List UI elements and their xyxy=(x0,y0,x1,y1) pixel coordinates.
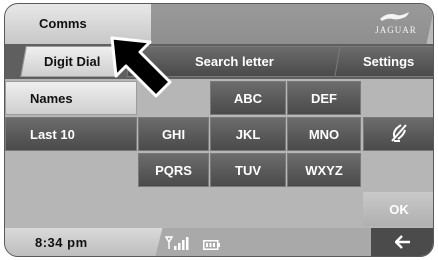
key-jkl-label: JKL xyxy=(235,126,261,142)
key-wxyz[interactable]: WXYZ xyxy=(287,153,361,187)
menu-last-10-label: Last 10 xyxy=(30,126,75,142)
back-arrow-icon xyxy=(394,233,411,254)
menu-last-10[interactable]: Last 10 xyxy=(5,117,137,151)
clock: 8:34 pm xyxy=(35,235,88,250)
key-def[interactable]: DEF xyxy=(287,81,361,115)
key-mno[interactable]: MNO xyxy=(287,117,361,151)
ok-button-label: OK xyxy=(389,201,409,217)
key-pqrs[interactable]: PQRS xyxy=(138,153,209,187)
jaguar-leaper-icon xyxy=(371,11,421,25)
key-tuv[interactable]: TUV xyxy=(210,153,286,187)
back-button[interactable] xyxy=(371,228,433,256)
tab-digit-dial-label: Digit Dial xyxy=(43,54,101,69)
key-ghi-label: GHI xyxy=(161,126,186,142)
key-abc[interactable]: ABC xyxy=(210,81,286,115)
page-title: Comms xyxy=(39,16,87,31)
microphone-muted-icon xyxy=(388,123,410,146)
key-ghi[interactable]: GHI xyxy=(138,117,209,151)
ok-button[interactable]: OK xyxy=(363,192,433,226)
key-def-label: DEF xyxy=(311,90,337,106)
key-pqrs-label: PQRS xyxy=(155,162,192,178)
menu-names-label: Names xyxy=(30,90,73,106)
mute-button[interactable] xyxy=(363,117,433,151)
key-wxyz-label: WXYZ xyxy=(305,162,343,178)
brand-logo: JAGUAR xyxy=(371,11,421,39)
key-mno-label: MNO xyxy=(308,126,340,142)
key-abc-label: ABC xyxy=(233,90,263,106)
tab-settings[interactable]: Settings xyxy=(334,46,433,77)
battery-icon xyxy=(203,237,221,255)
pointer-arrow-icon xyxy=(106,32,176,103)
key-tuv-label: TUV xyxy=(235,162,261,178)
signal-icon xyxy=(164,235,189,256)
tab-search-letter-label: Search letter xyxy=(194,54,274,69)
comms-screen: Comms JAGUAR Digit Dial Search letter Se… xyxy=(4,3,434,257)
tab-settings-label: Settings xyxy=(363,54,415,69)
key-jkl[interactable]: JKL xyxy=(210,117,286,151)
brand-wordmark: JAGUAR xyxy=(375,25,417,35)
